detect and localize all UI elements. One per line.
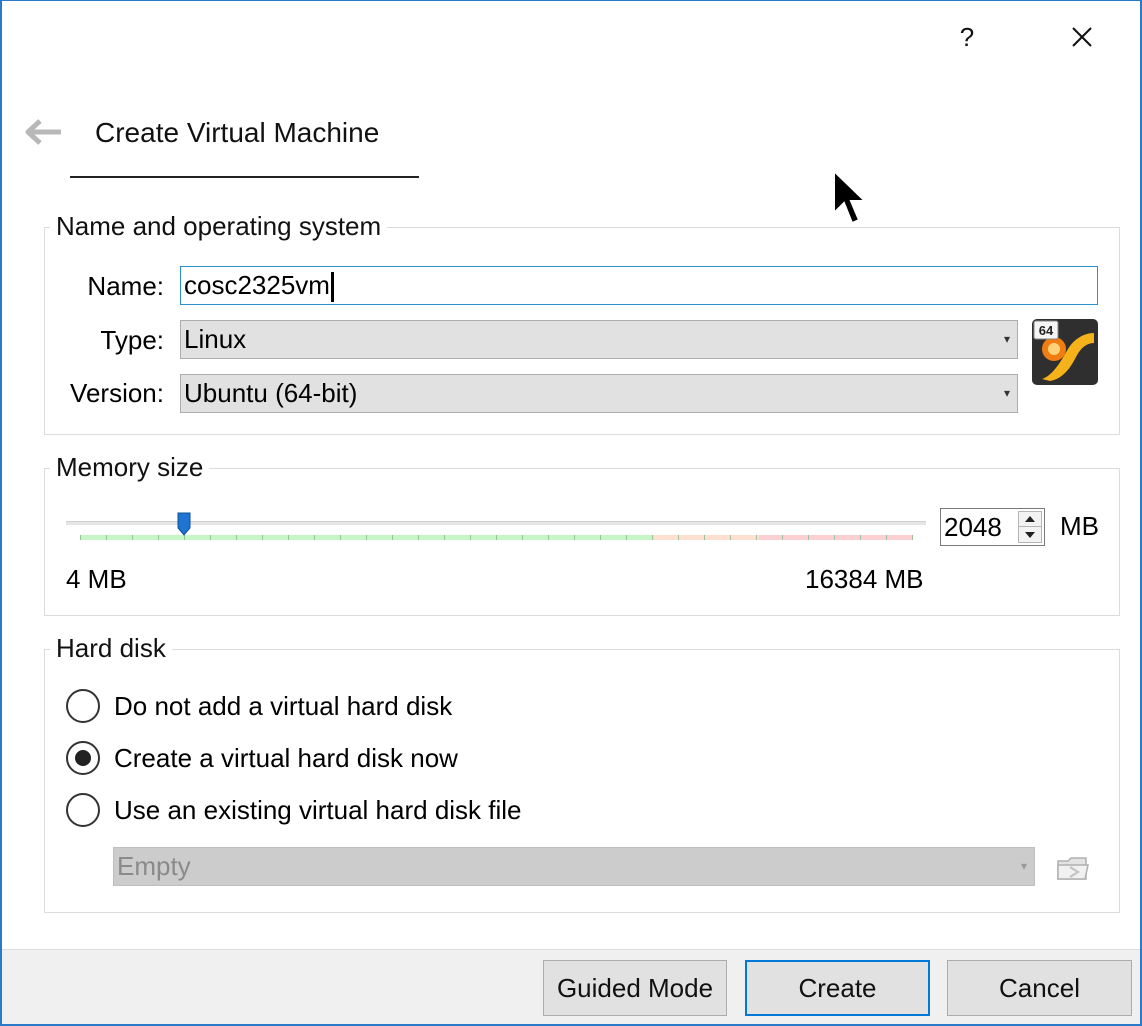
dropdown-arrow-icon: ▾: [1003, 332, 1010, 346]
radio-create-disk-label[interactable]: Create a virtual hard disk now: [114, 743, 458, 774]
create-vm-dialog: ? Create Virtual Machine Name and operat…: [0, 0, 1142, 1026]
type-select-value: Linux: [184, 324, 247, 354]
create-button[interactable]: Create: [745, 960, 930, 1016]
memory-scale-tick: [782, 535, 783, 540]
memory-scale-tick: [470, 535, 471, 540]
radio-existing-disk[interactable]: [66, 793, 100, 827]
memory-scale-tick: [80, 535, 81, 540]
memory-scale-tick: [262, 535, 263, 540]
memory-scale-tick: [106, 535, 107, 540]
memory-scale-tick: [600, 535, 601, 540]
memory-scale-tick: [340, 535, 341, 540]
name-os-group-title: Name and operating system: [50, 211, 388, 242]
close-icon: [1072, 27, 1092, 47]
radio-existing-disk-label[interactable]: Use an existing virtual hard disk file: [114, 795, 522, 826]
memory-scale-tick: [678, 535, 679, 540]
radio-create-disk[interactable]: [66, 741, 100, 775]
spin-up-button[interactable]: [1019, 512, 1041, 527]
linux-64-icon: 64: [1032, 319, 1098, 385]
dropdown-arrow-icon: ▾: [1020, 859, 1027, 873]
memory-slider-track[interactable]: [66, 521, 926, 525]
cancel-button[interactable]: Cancel: [947, 960, 1132, 1016]
memory-scale-tick: [314, 535, 315, 540]
name-input-value: cosc2325vm: [184, 270, 330, 300]
memory-scale-tick: [210, 535, 211, 540]
memory-scale-tick: [366, 535, 367, 540]
memory-scale-tick: [392, 535, 393, 540]
memory-spinbox-value: 2048: [944, 512, 1002, 542]
memory-scale-tick: [522, 535, 523, 540]
existing-disk-select-value: Empty: [117, 851, 191, 881]
back-arrow-icon[interactable]: [24, 117, 64, 147]
memory-scale-tick: [574, 535, 575, 540]
help-button[interactable]: ?: [945, 19, 989, 55]
memory-scale-tick: [418, 535, 419, 540]
memory-scale-tick: [652, 535, 653, 540]
memory-scale-tick: [236, 535, 237, 540]
memory-scale-tick: [626, 535, 627, 540]
memory-scale-tick: [730, 535, 731, 540]
memory-spin-buttons: [1018, 511, 1042, 543]
memory-scale-tick: [444, 535, 445, 540]
type-select[interactable]: Linux ▾: [180, 320, 1018, 359]
mouse-cursor-icon: [833, 169, 868, 225]
memory-scale-tick: [860, 535, 861, 540]
radio-no-disk-label[interactable]: Do not add a virtual hard disk: [114, 691, 452, 722]
existing-disk-select: Empty ▾: [113, 847, 1035, 886]
memory-scale-safe: [80, 535, 654, 540]
close-button[interactable]: [1060, 19, 1104, 55]
spin-down-button[interactable]: [1019, 527, 1041, 542]
spin-up-icon: [1025, 516, 1035, 522]
memory-scale-tick: [886, 535, 887, 540]
type-label: Type:: [100, 325, 164, 355]
version-select[interactable]: Ubuntu (64-bit) ▾: [180, 374, 1018, 413]
guided-mode-button[interactable]: Guided Mode: [543, 960, 727, 1016]
os-badge: 64: [1039, 323, 1054, 338]
memory-scale-tick: [158, 535, 159, 540]
memory-group-title: Memory size: [50, 452, 210, 483]
text-caret: [330, 272, 334, 303]
dropdown-arrow-icon: ▾: [1003, 386, 1010, 400]
spin-down-icon: [1025, 531, 1035, 538]
name-label: Name:: [87, 271, 164, 301]
version-select-value: Ubuntu (64-bit): [184, 378, 358, 408]
title-underline: [70, 176, 419, 178]
memory-scale-tick: [548, 535, 549, 540]
memory-scale-tick: [808, 535, 809, 540]
memory-scale-warning: [654, 535, 759, 540]
memory-scale-tick: [912, 535, 913, 540]
memory-scale-tick: [288, 535, 289, 540]
page-title: Create Virtual Machine: [95, 117, 380, 148]
folder-icon: [1057, 857, 1089, 880]
memory-unit-label: MB: [1060, 511, 1099, 541]
memory-slider-handle[interactable]: [177, 512, 191, 536]
memory-min-label: 4 MB: [66, 564, 127, 594]
memory-scale-tick: [834, 535, 835, 540]
hard-disk-group-title: Hard disk: [50, 633, 172, 664]
version-label: Version:: [70, 378, 164, 408]
memory-spinbox[interactable]: 2048: [940, 508, 1045, 546]
memory-scale-tick: [496, 535, 497, 540]
name-input[interactable]: cosc2325vm: [180, 266, 1098, 305]
memory-scale-tick: [756, 535, 757, 540]
memory-scale-tick: [132, 535, 133, 540]
memory-max-label: 16384 MB: [805, 564, 924, 594]
memory-scale-tick: [704, 535, 705, 540]
radio-no-disk[interactable]: [66, 689, 100, 723]
